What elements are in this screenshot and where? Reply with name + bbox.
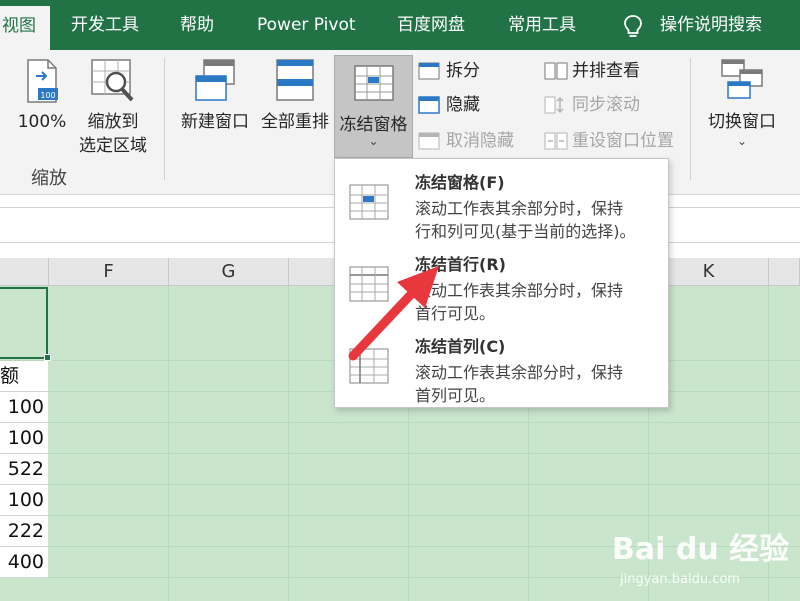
new-window-label: 新建窗口 [181, 112, 249, 132]
zoom-to-selection-label-2: 选定区域 [79, 136, 147, 156]
arrange-all-icon [276, 59, 314, 101]
new-window-button[interactable]: 新建窗口 [176, 58, 254, 134]
tab-power-pivot[interactable]: Power Pivot [257, 0, 356, 50]
split-label: 拆分 [446, 61, 480, 81]
table-cell[interactable]: 100 [0, 423, 48, 454]
table-cell[interactable]: 522 [0, 454, 48, 485]
tab-baidu-netdisk[interactable]: 百度网盘 [397, 0, 465, 50]
new-window-icon [195, 59, 235, 101]
lightbulb-icon [624, 15, 642, 37]
menu-item-desc-line: 首行可见。 [415, 304, 496, 323]
grid-line [168, 286, 169, 601]
reset-position-label: 重设窗口位置 [572, 131, 674, 151]
synchronous-scrolling-button[interactable]: 同步滚动 [544, 90, 640, 120]
hide-icon [418, 96, 440, 114]
tab-common-tools[interactable]: 常用工具 [508, 0, 576, 50]
table-cell[interactable]: 100 [0, 392, 48, 423]
watermark-text: Bai du 经验 [612, 532, 790, 567]
tab-developer[interactable]: 开发工具 [71, 0, 139, 50]
split-button[interactable]: 拆分 [418, 56, 480, 86]
menu-item-desc-line: 滚动工作表其余部分时，保持 [415, 363, 624, 382]
grid-line [0, 422, 800, 423]
tell-me-label: 操作说明搜索 [660, 15, 762, 35]
chevron-down-icon: ⌄ [368, 134, 379, 148]
column-header-e[interactable] [0, 258, 49, 286]
tab-view[interactable]: 视图 [0, 6, 50, 50]
zoom-to-selection-button[interactable]: 缩放到 选定区域 [74, 58, 152, 158]
red-arrow-annotation [348, 266, 439, 361]
zoom-100-button[interactable]: 100 100% [14, 58, 70, 134]
menu-item-desc-line: 滚动工作表其余部分时，保持 [415, 199, 624, 218]
arrange-all-button[interactable]: 全部重排 [256, 58, 334, 134]
table-cell[interactable]: 额 [0, 361, 48, 392]
freeze-panes-icon [354, 65, 394, 101]
watermark: Bai du 经验 jingyan.baidu.com [612, 514, 792, 594]
unhide-icon [418, 132, 440, 150]
freeze-panes-button[interactable]: 冻结窗格 ⌄ [334, 55, 413, 158]
menu-item-title: 冻结窗格(F) [415, 173, 505, 192]
sync-scroll-label: 同步滚动 [572, 95, 640, 115]
zoom-group-label: 缩放 [31, 168, 67, 189]
unhide-label: 取消隐藏 [446, 131, 514, 151]
side-by-side-label: 并排查看 [572, 61, 640, 81]
column-header-l[interactable] [769, 258, 800, 286]
zoom-100-label: 100% [17, 112, 67, 132]
hide-button[interactable]: 隐藏 [418, 90, 480, 120]
hide-label: 隐藏 [446, 95, 480, 115]
switch-windows-label: 切换窗口 [708, 112, 776, 132]
zoom-to-selection-icon [91, 59, 134, 102]
watermark-url: jingyan.baidu.com [620, 572, 740, 587]
view-side-by-side-button[interactable]: 并排查看 [544, 56, 640, 86]
switch-windows-icon [721, 59, 763, 99]
table-cell[interactable]: 100 [0, 485, 48, 516]
menu-item-description: 滚动工作表其余部分时，保持 首行可见。 [415, 279, 623, 325]
svg-text:100: 100 [40, 91, 55, 100]
unhide-button[interactable]: 取消隐藏 [418, 126, 514, 156]
ribbon-tab-bar: 视图 开发工具 帮助 Power Pivot 百度网盘 常用工具 操作说明搜索 [0, 0, 800, 50]
freeze-panes-option-icon [349, 184, 389, 220]
zoom-to-selection-label-1: 缩放到 [87, 112, 139, 132]
reset-window-position-button[interactable]: 重设窗口位置 [544, 126, 674, 156]
menu-item-description: 滚动工作表其余部分时，保持 首列可见。 [415, 361, 623, 407]
group-separator [164, 58, 165, 180]
split-icon [418, 62, 440, 80]
reset-position-icon [544, 132, 568, 150]
zoom-100-icon: 100 [27, 59, 58, 103]
grid-line [288, 286, 289, 601]
chevron-down-icon: ⌄ [736, 134, 748, 148]
sync-scroll-icon [544, 96, 564, 114]
fill-handle[interactable] [44, 354, 51, 361]
side-by-side-icon [544, 62, 568, 80]
menu-item-description: 滚动工作表其余部分时，保持 行和列可见(基于当前的选择)。 [415, 197, 636, 243]
switch-windows-button[interactable]: 切换窗口 ⌄ [700, 58, 784, 148]
table-cell[interactable]: 400 [0, 547, 48, 578]
grid-line [0, 484, 800, 485]
table-cell[interactable]: 222 [0, 516, 48, 547]
menu-item-freeze-panes[interactable]: 冻结窗格(F) 滚动工作表其余部分时，保持 行和列可见(基于当前的选择)。 [335, 161, 668, 241]
menu-item-desc-line: 行和列可见(基于当前的选择)。 [415, 222, 636, 241]
column-header-g[interactable]: G [169, 258, 289, 286]
menu-item-desc-line: 首列可见。 [415, 386, 496, 405]
group-separator [690, 58, 691, 180]
freeze-panes-label: 冻结窗格 [339, 115, 408, 135]
tell-me-search[interactable]: 操作说明搜索 [622, 0, 762, 50]
tab-help[interactable]: 帮助 [180, 0, 214, 50]
grid-line [0, 453, 800, 454]
menu-item-desc-line: 滚动工作表其余部分时，保持 [415, 281, 624, 300]
selected-cell[interactable] [0, 287, 48, 359]
arrange-all-label: 全部重排 [261, 112, 329, 132]
column-header-f[interactable]: F [49, 258, 169, 286]
